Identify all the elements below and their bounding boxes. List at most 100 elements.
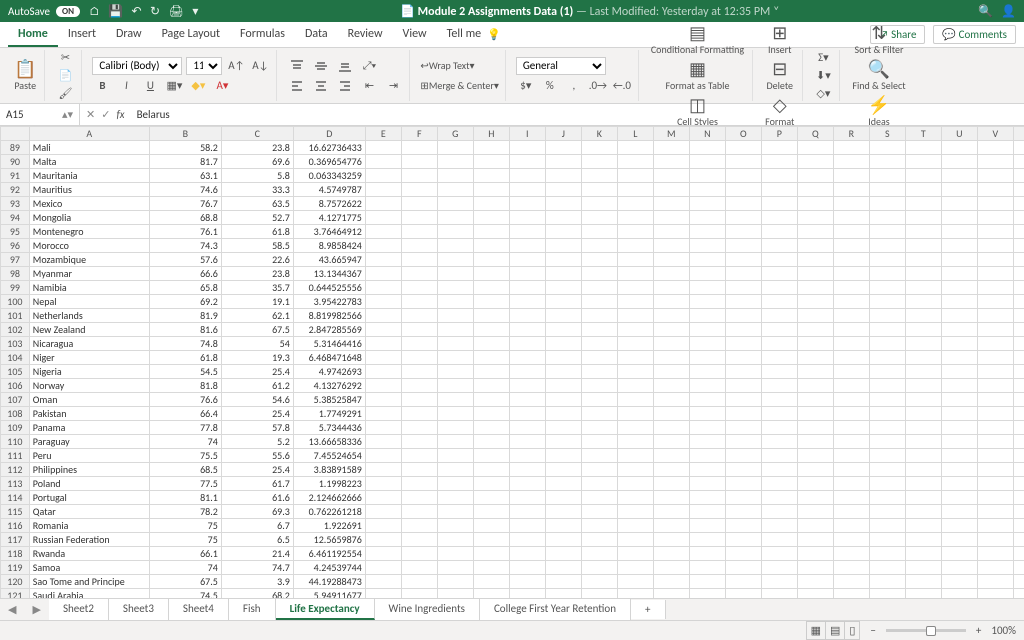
cell[interactable] [437,183,473,197]
cell[interactable] [689,589,725,599]
cell[interactable] [761,365,797,379]
more-icon[interactable]: ▾ [192,5,198,19]
cell[interactable]: New Zealand [29,323,149,337]
cell[interactable] [905,421,941,435]
cell[interactable]: 5.38525847 [293,393,365,407]
cell[interactable] [941,239,977,253]
cell[interactable] [941,295,977,309]
cell[interactable] [509,435,545,449]
cell[interactable] [473,463,509,477]
cell[interactable] [689,309,725,323]
cell[interactable] [365,519,401,533]
cell[interactable]: 68.5 [149,463,221,477]
cell[interactable] [365,547,401,561]
cell[interactable] [725,351,761,365]
cell[interactable] [545,533,581,547]
cell[interactable] [905,267,941,281]
align-top-icon[interactable] [287,57,307,75]
cell[interactable] [941,183,977,197]
cell[interactable] [689,337,725,351]
cell[interactable] [761,533,797,547]
decrease-font-icon[interactable]: A↓ [250,57,270,75]
cell[interactable] [1013,197,1024,211]
cell[interactable] [401,197,437,211]
cell[interactable] [689,155,725,169]
cell[interactable] [725,463,761,477]
cell[interactable] [437,463,473,477]
cell[interactable] [437,421,473,435]
cell[interactable] [941,309,977,323]
comments-button[interactable]: 💬 Comments [933,25,1016,44]
cell[interactable] [365,407,401,421]
cell[interactable] [941,407,977,421]
col-header[interactable]: T [905,127,941,141]
cell[interactable]: Paraguay [29,435,149,449]
cell[interactable] [905,309,941,323]
cell[interactable] [725,561,761,575]
row-header[interactable]: 105 [1,365,30,379]
cell[interactable] [869,491,905,505]
cell[interactable] [725,309,761,323]
cell[interactable] [725,533,761,547]
cell[interactable] [761,575,797,589]
ribbon-tab-draw[interactable]: Draw [106,23,152,47]
cell[interactable]: 0.063343259 [293,169,365,183]
cell[interactable] [941,141,977,155]
cell[interactable] [653,211,689,225]
cell[interactable] [653,575,689,589]
autosum-icon[interactable]: Σ▾ [813,50,833,66]
cell[interactable] [725,323,761,337]
cell[interactable] [833,155,869,169]
cell[interactable] [545,393,581,407]
sheet-tab[interactable]: Sheet3 [109,599,169,620]
cell[interactable]: 61.8 [221,225,293,239]
cell[interactable] [1013,337,1024,351]
cell[interactable] [725,337,761,351]
cell[interactable] [617,505,653,519]
cell[interactable] [437,211,473,225]
cell[interactable] [725,505,761,519]
cell[interactable] [437,155,473,169]
cell[interactable] [905,281,941,295]
cell[interactable] [509,519,545,533]
underline-button[interactable]: U [140,77,160,95]
cell[interactable] [941,225,977,239]
cell[interactable] [1013,477,1024,491]
cell[interactable] [725,491,761,505]
cell[interactable] [437,351,473,365]
increase-decimal-icon[interactable]: .0→ [588,77,608,95]
row-header[interactable]: 106 [1,379,30,393]
cell[interactable] [365,169,401,183]
cell[interactable] [617,169,653,183]
cell[interactable] [545,505,581,519]
cell[interactable] [761,239,797,253]
row-header[interactable]: 113 [1,477,30,491]
page-layout-view-icon[interactable]: ▤ [825,621,845,640]
cell[interactable] [833,253,869,267]
number-format-select[interactable]: General [516,57,606,75]
cell[interactable]: 4.5749787 [293,183,365,197]
cell[interactable] [437,169,473,183]
cell[interactable]: 6.461192554 [293,547,365,561]
cell[interactable] [977,519,1013,533]
cell[interactable] [797,155,833,169]
cell[interactable] [509,267,545,281]
cell[interactable] [473,267,509,281]
cell[interactable] [401,561,437,575]
cell[interactable] [365,421,401,435]
ribbon-tab-review[interactable]: Review [338,23,393,47]
cell[interactable] [833,491,869,505]
cell[interactable]: 8.9858424 [293,239,365,253]
cell[interactable] [869,169,905,183]
cell[interactable] [869,281,905,295]
cell[interactable] [473,295,509,309]
cell[interactable]: 3.9 [221,575,293,589]
cell[interactable]: 5.31464416 [293,337,365,351]
cell[interactable] [1013,169,1024,183]
cell[interactable] [977,561,1013,575]
row-header[interactable]: 93 [1,197,30,211]
cell[interactable] [941,547,977,561]
cell[interactable]: 8.7572622 [293,197,365,211]
cell[interactable] [473,491,509,505]
cell[interactable] [1013,211,1024,225]
